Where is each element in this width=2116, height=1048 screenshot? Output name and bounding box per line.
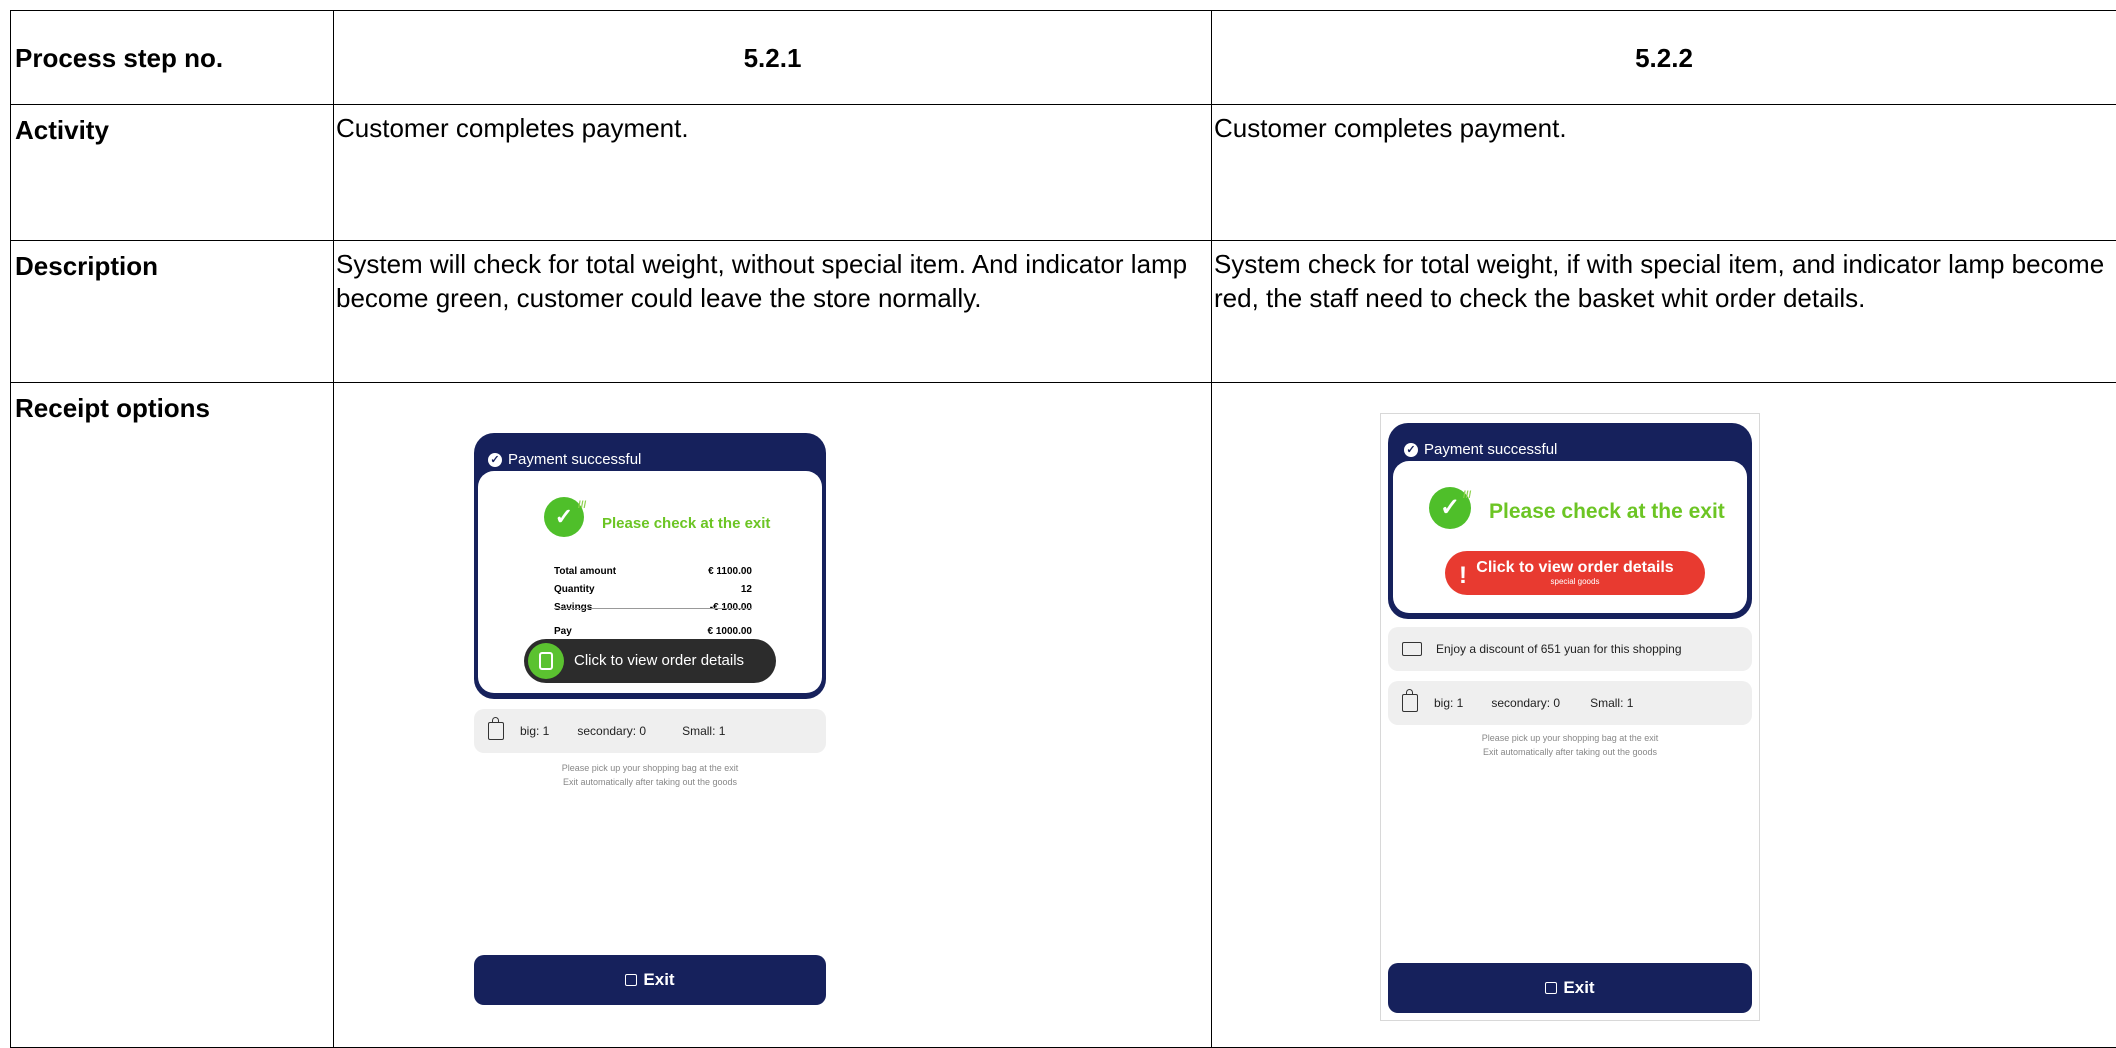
activity-text-2: Customer completes payment. <box>1212 105 2116 241</box>
check-exit-title: Please check at the exit <box>1489 495 1725 529</box>
payment-inner-panel: ✓ /// Please check at the exit ! Click t… <box>1393 461 1747 613</box>
row-label-activity: Activity <box>11 105 334 241</box>
shopping-bag-icon <box>488 722 504 740</box>
check-circle-icon: ✓ <box>1404 443 1418 457</box>
exclamation-icon: ! <box>1459 559 1467 593</box>
exit-button[interactable]: Exit <box>1388 963 1752 1013</box>
receipt-screen-2: ✓ Payment successful ✓ /// Please check … <box>1212 383 2116 1039</box>
shopping-bag-icon <box>1402 694 1418 712</box>
exit-label: Exit <box>643 963 674 997</box>
bag-info-bar: big: 1 secondary: 0 Small: 1 <box>474 709 826 753</box>
row-label-description: Description <box>11 241 334 383</box>
process-table: Process step no. 5.2.1 5.2.2 Activity Cu… <box>10 10 2116 1048</box>
view-order-label: Click to view order details <box>574 644 744 678</box>
spark-icon: /// <box>1463 479 1471 513</box>
special-goods-label: special goods <box>1551 577 1600 587</box>
bag-secondary: secondary: 0 <box>1491 686 1560 720</box>
view-order-button[interactable]: Click to view order details <box>524 639 776 683</box>
receipt-screen-1: ✓ Payment successful ✓ /// Please check … <box>334 383 1212 1039</box>
exit-icon <box>1545 982 1557 994</box>
ticket-icon <box>1402 642 1422 656</box>
description-text-1: System will check for total weight, with… <box>334 241 1212 383</box>
receipt-screen-1-cell: ✓ Payment successful ✓ /// Please check … <box>334 383 1212 1048</box>
bag-note: Please pick up your shopping bag at the … <box>1388 731 1752 759</box>
payment-inner-panel: ✓ /// Please check at the exit Total amo… <box>478 471 822 693</box>
receipt-screen-2-cell: ✓ Payment successful ✓ /// Please check … <box>1212 383 2116 1048</box>
payment-card: ✓ Payment successful ✓ /// Please check … <box>1388 423 1752 619</box>
bag-secondary: secondary: 0 <box>577 714 646 748</box>
exit-label: Exit <box>1563 971 1594 1005</box>
check-exit-title: Please check at the exit <box>602 507 770 541</box>
exit-button[interactable]: Exit <box>474 955 826 1005</box>
bag-info-bar: big: 1 secondary: 0 Small: 1 <box>1388 681 1752 725</box>
clipboard-icon <box>528 643 564 679</box>
discount-bar: Enjoy a discount of 651 yuan for this sh… <box>1388 627 1752 671</box>
step-number-2: 5.2.2 <box>1212 11 2116 105</box>
activity-text-1: Customer completes payment. <box>334 105 1212 241</box>
bag-small: Small: 1 <box>682 714 725 748</box>
row-label-receipt: Receipt options <box>11 383 334 1048</box>
row-label-process-step: Process step no. <box>11 11 334 105</box>
summary-divider <box>554 608 752 609</box>
bag-big: big: 1 <box>1434 686 1463 720</box>
view-order-label: Click to view order details <box>1476 559 1673 577</box>
payment-card: ✓ Payment successful ✓ /// Please check … <box>474 433 826 699</box>
check-circle-icon: ✓ <box>488 453 502 467</box>
bag-big: big: 1 <box>520 714 549 748</box>
bag-small: Small: 1 <box>1590 686 1633 720</box>
spark-icon: /// <box>578 489 586 523</box>
step-number-1: 5.2.1 <box>334 11 1212 105</box>
exit-icon <box>625 974 637 986</box>
view-order-button[interactable]: ! Click to view order details special go… <box>1445 551 1705 595</box>
description-text-2: System check for total weight, if with s… <box>1212 241 2116 383</box>
discount-text: Enjoy a discount of 651 yuan for this sh… <box>1436 632 1682 666</box>
bag-note: Please pick up your shopping bag at the … <box>474 761 826 789</box>
